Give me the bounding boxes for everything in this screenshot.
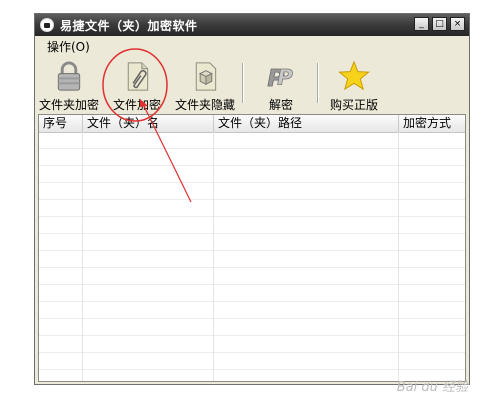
buy-licensed-button[interactable]: 购买正版 <box>326 57 382 113</box>
pp-decrypt-icon: P P <box>267 65 293 93</box>
file-encrypt-label: 文件加密 <box>112 98 161 112</box>
watermark: Bai du 经验 <box>396 380 468 395</box>
folder-hide-label: 文件夹隐藏 <box>174 98 235 112</box>
close-button[interactable]: × <box>450 17 465 31</box>
folder-encrypt-label: 文件夹加密 <box>38 98 99 112</box>
folder-hide-button[interactable]: 文件夹隐藏 <box>173 57 237 113</box>
menu-bar: 操作(O) <box>35 36 469 57</box>
maximize-button[interactable]: □ <box>432 17 447 31</box>
lock-app-icon <box>40 18 54 32</box>
toolbar-divider <box>242 63 243 103</box>
column-divider <box>213 132 214 381</box>
folder-encrypt-button[interactable]: 文件夹加密 <box>37 57 101 113</box>
column-header-method[interactable]: 加密方式 <box>399 115 465 132</box>
minimize-button[interactable]: _ <box>414 17 429 31</box>
decrypt-button[interactable]: P P 解密 <box>259 57 303 113</box>
list-rows-area[interactable] <box>39 132 465 381</box>
decrypt-label: 解密 <box>268 98 293 112</box>
column-divider <box>398 132 399 381</box>
paperclip-document-icon <box>127 62 149 91</box>
title-bar[interactable]: 易捷文件（夹）加密软件 _ □ × <box>35 14 469 36</box>
column-header-name[interactable]: 文件（夹）名 <box>83 115 214 132</box>
star-icon <box>338 60 370 91</box>
list-header: 序号 文件（夹）名 文件（夹）路径 加密方式 <box>39 115 465 133</box>
toolbar-divider <box>317 63 318 103</box>
window-title: 易捷文件（夹）加密软件 <box>60 18 198 33</box>
column-header-index[interactable]: 序号 <box>39 115 83 132</box>
column-header-path[interactable]: 文件（夹）路径 <box>214 115 399 132</box>
column-divider <box>82 132 83 381</box>
svg-text:P: P <box>277 65 293 90</box>
cube-icon <box>195 62 217 91</box>
buy-licensed-label: 购买正版 <box>329 98 378 112</box>
file-encrypt-button[interactable]: 文件加密 <box>109 57 165 113</box>
app-window: 易捷文件（夹）加密软件 _ □ × 操作(O) 文件夹加密 文件加密 文件夹隐藏… <box>34 13 470 385</box>
toolbar: 文件夹加密 文件加密 文件夹隐藏 P P 解密 购买正版 <box>35 57 469 113</box>
file-list[interactable]: 序号 文件（夹）名 文件（夹）路径 加密方式 <box>38 114 466 382</box>
menu-operations[interactable]: 操作(O) <box>47 38 90 55</box>
row-gridlines <box>39 132 465 381</box>
padlock-icon <box>57 61 81 91</box>
